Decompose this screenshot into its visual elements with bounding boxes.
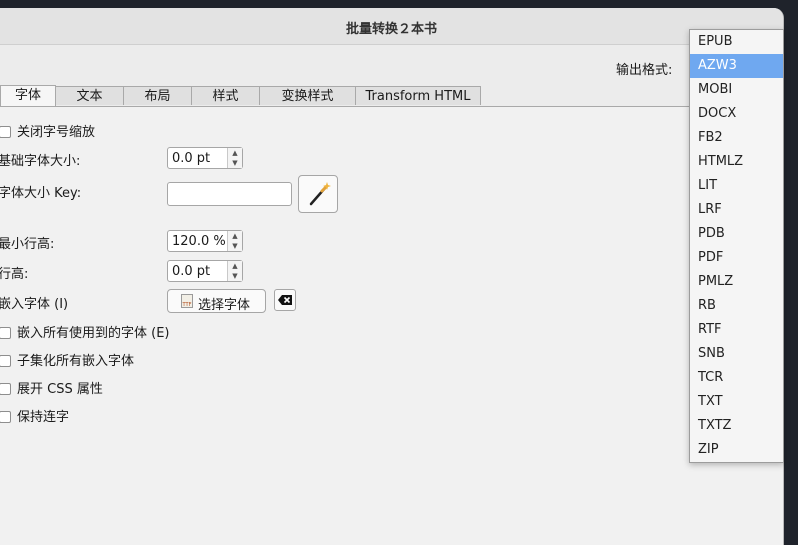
- keep-ligatures-checkbox[interactable]: 保持连字: [0, 406, 69, 425]
- magic-wand-icon: [309, 182, 331, 206]
- base-font-size-value: 0.0 pt: [172, 151, 211, 166]
- tab-text[interactable]: 文本: [55, 86, 124, 105]
- disable-font-scaling-label: 关闭字号缩放: [17, 125, 96, 140]
- min-line-height-value: 120.0 %: [172, 234, 226, 249]
- format-option-rb[interactable]: RB: [690, 294, 783, 318]
- min-line-height-spinbox[interactable]: 120.0 % ▲ ▼: [167, 230, 243, 252]
- format-option-rtf[interactable]: RTF: [690, 318, 783, 342]
- format-option-fb2[interactable]: FB2: [690, 126, 783, 150]
- format-option-pdf[interactable]: PDF: [690, 246, 783, 270]
- format-option-txtz[interactable]: TXTZ: [690, 414, 783, 438]
- embed-all-fonts-checkbox[interactable]: 嵌入所有使用到的字体 (E): [0, 322, 170, 341]
- tab-bar: 字体 文本 布局 样式 变换样式 Transform HTML: [0, 85, 481, 106]
- format-option-snb[interactable]: SNB: [690, 342, 783, 366]
- output-format-dropdown-menu[interactable]: EPUB AZW3 MOBI DOCX FB2 HTMLZ LIT LRF PDB PDF PMLZ…: [689, 29, 784, 463]
- font-key-wizard-button[interactable]: [298, 175, 338, 213]
- format-option-tcr[interactable]: TCR: [690, 366, 783, 390]
- subset-fonts-checkbox[interactable]: 子集化所有嵌入字体: [0, 350, 134, 369]
- spinbox-arrows-icon[interactable]: ▲ ▼: [227, 231, 242, 251]
- choose-font-button[interactable]: TTF 选择字体: [167, 289, 266, 313]
- checkbox-box[interactable]: [0, 327, 11, 339]
- format-option-lrf[interactable]: LRF: [690, 198, 783, 222]
- tab-style[interactable]: 样式: [191, 86, 260, 105]
- font-size-key-label: 字体大小 Key:: [0, 186, 82, 201]
- backspace-icon: [278, 295, 292, 305]
- line-height-spinbox[interactable]: 0.0 pt ▲ ▼: [167, 260, 243, 282]
- format-option-zip[interactable]: ZIP: [690, 438, 783, 462]
- min-line-height-label: 最小行高:: [0, 237, 55, 252]
- title-bar: 批量转换２本书: [0, 8, 783, 45]
- output-format-label: 输出格式:: [616, 63, 673, 78]
- line-height-label: 行高:: [0, 267, 29, 282]
- checkbox-box[interactable]: [0, 355, 11, 367]
- format-option-pmlz[interactable]: PMLZ: [690, 270, 783, 294]
- font-file-icon: TTF: [181, 294, 193, 308]
- clear-font-button[interactable]: [274, 289, 296, 311]
- embed-font-label: 嵌入字体 (I): [0, 297, 69, 312]
- tab-transform-html[interactable]: Transform HTML: [355, 86, 481, 105]
- checkbox-box[interactable]: [0, 383, 11, 395]
- keep-ligatures-label: 保持连字: [17, 410, 70, 425]
- spinbox-arrows-icon[interactable]: ▲ ▼: [227, 148, 242, 168]
- format-option-htmlz[interactable]: HTMLZ: [690, 150, 783, 174]
- window-title: 批量转换２本书: [345, 22, 437, 37]
- format-option-mobi[interactable]: MOBI: [690, 78, 783, 102]
- checkbox-box[interactable]: [0, 411, 11, 423]
- tab-transform-style[interactable]: 变换样式: [259, 86, 356, 105]
- format-option-docx[interactable]: DOCX: [690, 102, 783, 126]
- fonts-panel: 关闭字号缩放 基础字体大小: 0.0 pt ▲ ▼ 字体大小 Key: 最小行高:…: [0, 106, 783, 545]
- choose-font-label: 选择字体: [198, 298, 251, 313]
- conversion-dialog: 批量转换２本书 输出格式: 字体 文本 布局 样式 变换样式 Transform…: [0, 8, 784, 545]
- tab-fonts[interactable]: 字体: [0, 85, 56, 106]
- embed-all-fonts-label: 嵌入所有使用到的字体 (E): [17, 326, 170, 341]
- subset-fonts-label: 子集化所有嵌入字体: [17, 354, 135, 369]
- font-size-key-input[interactable]: [167, 182, 292, 206]
- expand-css-label: 展开 CSS 属性: [17, 382, 103, 397]
- disable-font-scaling-checkbox[interactable]: 关闭字号缩放: [0, 121, 95, 140]
- base-font-size-spinbox[interactable]: 0.0 pt ▲ ▼: [167, 147, 243, 169]
- base-font-size-label: 基础字体大小:: [0, 154, 81, 169]
- checkbox-box[interactable]: [0, 126, 11, 138]
- format-option-epub[interactable]: EPUB: [690, 30, 783, 54]
- format-option-lit[interactable]: LIT: [690, 174, 783, 198]
- format-option-azw3[interactable]: AZW3: [690, 54, 783, 78]
- spinbox-arrows-icon[interactable]: ▲ ▼: [227, 261, 242, 281]
- format-option-txt[interactable]: TXT: [690, 390, 783, 414]
- tab-layout[interactable]: 布局: [123, 86, 192, 105]
- line-height-value: 0.0 pt: [172, 264, 211, 279]
- format-option-pdb[interactable]: PDB: [690, 222, 783, 246]
- expand-css-checkbox[interactable]: 展开 CSS 属性: [0, 378, 103, 397]
